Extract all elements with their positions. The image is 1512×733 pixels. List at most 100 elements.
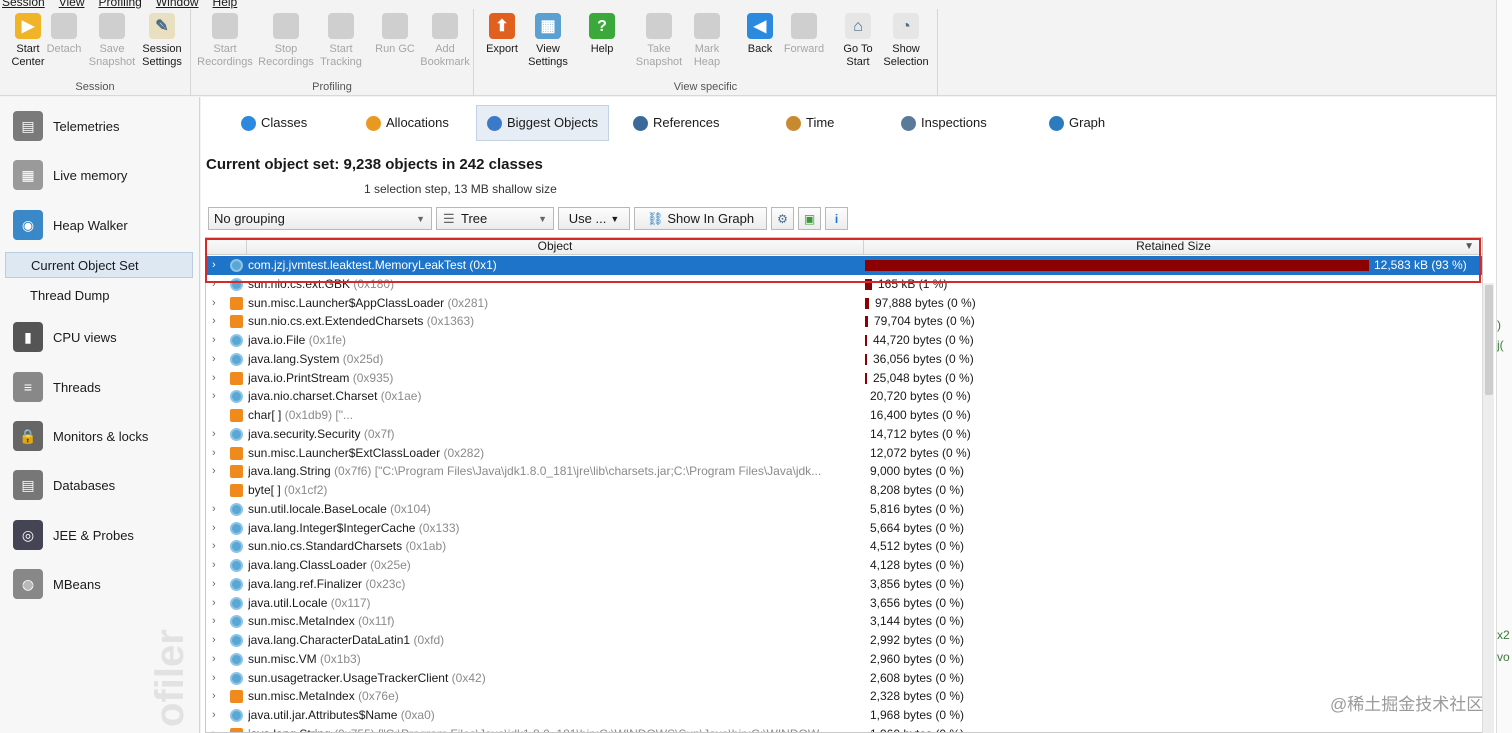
menu-help[interactable]: Help xyxy=(213,0,238,9)
sidebar-item-databases[interactable]: ▤ Databases xyxy=(0,465,200,505)
expand-arrow-icon[interactable]: › xyxy=(212,425,222,444)
expand-arrow-icon[interactable]: › xyxy=(212,556,222,575)
show-in-graph-button[interactable]: ⛓ Show In Graph xyxy=(634,207,767,230)
expand-arrow-icon[interactable]: › xyxy=(212,631,222,650)
expand-arrow-icon[interactable]: › xyxy=(212,725,222,732)
table-row[interactable]: › java.util.jar.Attributes$Name (0xa0) 1,9… xyxy=(206,706,1482,725)
table-row[interactable]: › sun.misc.Launcher$AppClassLoader (0x281… xyxy=(206,294,1482,313)
table-row[interactable]: char[ ] (0x1db9) ["... 16,400 bytes (0 %) xyxy=(206,406,1482,425)
expand-arrow-icon[interactable]: › xyxy=(212,444,222,463)
expand-arrow-icon[interactable]: › xyxy=(212,256,222,275)
table-row[interactable]: › java.lang.System (0x25d) 36,056 bytes (0… xyxy=(206,350,1482,369)
column-retained-size[interactable]: Retained Size ▼ xyxy=(865,238,1482,254)
table-row[interactable]: › java.lang.ClassLoader (0x25e) 4,128 byte… xyxy=(206,556,1482,575)
table-row[interactable]: › java.io.File (0x1fe) 44,720 bytes (0 %) xyxy=(206,331,1482,350)
sidebar-item-cpu-views[interactable]: ▮ CPU views xyxy=(0,317,200,357)
expand-arrow-icon[interactable]: › xyxy=(212,650,222,669)
sidebar-item-live-memory[interactable]: ▦ Live memory xyxy=(0,155,200,195)
session-settings-label-2: Settings xyxy=(142,56,182,68)
expand-arrow-icon[interactable]: › xyxy=(212,537,222,556)
menu-window[interactable]: Window xyxy=(156,0,199,9)
menu-session[interactable]: Session xyxy=(2,0,45,9)
table-row[interactable]: › java.lang.String (0x7f6) ["C:\Program F… xyxy=(206,462,1482,481)
sidebar-item-jee-probes[interactable]: ◎ JEE & Probes xyxy=(0,515,200,555)
help-button[interactable]: ? Help xyxy=(574,13,630,56)
expand-arrow-icon[interactable]: › xyxy=(212,294,222,313)
view-settings-button[interactable]: ▦ View Settings xyxy=(520,13,576,69)
expand-arrow-icon[interactable]: › xyxy=(212,575,222,594)
sidebar-item-label: Telemetries xyxy=(53,118,120,134)
table-row[interactable]: › java.lang.Integer$IntegerCache (0x133) 5… xyxy=(206,519,1482,538)
table-row[interactable]: › java.nio.charset.Charset (0x1ae) 20,720 … xyxy=(206,387,1482,406)
sidebar-item-heap-walker[interactable]: ◉ Heap Walker xyxy=(0,205,200,245)
table-row[interactable]: › sun.nio.cs.StandardCharsets (0x1ab) 4,51… xyxy=(206,537,1482,556)
sidebar-item-threads[interactable]: ≡ Threads xyxy=(0,367,200,407)
column-object[interactable]: Object xyxy=(246,238,864,254)
table-row[interactable]: › com.jzj.jvmtest.leaktest.MemoryLeakTest… xyxy=(206,256,1482,275)
table-row[interactable]: › java.util.Locale (0x117) 3,656 bytes (0 … xyxy=(206,594,1482,613)
save-snapshot-button[interactable]: Save Snapshot xyxy=(84,13,140,69)
menu-profiling[interactable]: Profiling xyxy=(99,0,142,9)
vertical-scrollbar[interactable] xyxy=(1482,283,1494,733)
start-tracking-button[interactable]: Start Tracking xyxy=(313,13,369,69)
table-row[interactable]: › java.io.PrintStream (0x935) 25,048 bytes… xyxy=(206,369,1482,388)
table-row[interactable]: › sun.misc.VM (0x1b3) 2,960 bytes (0 %) xyxy=(206,650,1482,669)
expand-arrow-icon[interactable]: › xyxy=(212,275,222,294)
info-button[interactable]: i xyxy=(825,207,848,230)
expand-arrow-icon[interactable]: › xyxy=(212,350,222,369)
expand-arrow-icon[interactable]: › xyxy=(212,519,222,538)
sidebar-sub-thread-dump[interactable]: Thread Dump xyxy=(5,283,193,309)
tab-biggest-objects[interactable]: Biggest Objects xyxy=(476,105,610,141)
table-row[interactable]: › sun.misc.MetaIndex (0x11f) 3,144 bytes (… xyxy=(206,612,1482,631)
use-menu-button[interactable]: Use ... ▼ xyxy=(558,207,630,230)
sidebar-item-mbeans[interactable]: ◍ MBeans xyxy=(0,564,200,604)
forward-button[interactable]: Forward xyxy=(776,13,832,56)
add-bookmark-button[interactable]: Add Bookmark xyxy=(417,13,473,69)
table-row[interactable]: › sun.util.locale.BaseLocale (0x104) 5,816… xyxy=(206,500,1482,519)
table-row[interactable]: › java.lang.String (0x755) ["C:\Program F… xyxy=(206,725,1482,732)
tab-references[interactable]: References xyxy=(623,105,729,141)
table-row[interactable]: › java.lang.CharacterDataLatin1 (0xfd) 2,9… xyxy=(206,631,1482,650)
expand-arrow-icon[interactable]: › xyxy=(212,500,222,519)
table-row[interactable]: › sun.misc.MetaIndex (0x76e) 2,328 bytes (… xyxy=(206,687,1482,706)
expand-arrow-icon[interactable]: › xyxy=(212,462,222,481)
instance-icon xyxy=(230,446,243,460)
tab-classes[interactable]: Classes xyxy=(231,105,317,141)
expand-arrow-icon[interactable]: › xyxy=(212,312,222,331)
table-row[interactable]: byte[ ] (0x1cf2) 8,208 bytes (0 %) xyxy=(206,481,1482,500)
expand-arrow-icon[interactable]: › xyxy=(212,612,222,631)
expand-arrow-icon[interactable]: › xyxy=(212,669,222,688)
sidebar-item-telemetries[interactable]: ▤ Telemetries xyxy=(0,106,200,146)
calculate-button[interactable]: ▣ xyxy=(798,207,821,230)
session-settings-label-1: Session xyxy=(142,43,182,55)
sidebar-item-monitors-locks[interactable]: 🔒 Monitors & locks xyxy=(0,416,200,456)
stop-recordings-button[interactable]: Stop Recordings xyxy=(258,13,314,69)
session-settings-button[interactable]: ✎ Session Settings xyxy=(134,13,190,69)
expand-arrow-icon[interactable]: › xyxy=(212,331,222,350)
menu-view[interactable]: View xyxy=(59,0,85,9)
expand-arrow-icon[interactable]: › xyxy=(212,687,222,706)
settings-button[interactable]: ⚙ xyxy=(771,207,794,230)
table-row[interactable]: › java.lang.ref.Finalizer (0x23c) 3,856 by… xyxy=(206,575,1482,594)
sidebar-sub-current-object-set[interactable]: Current Object Set xyxy=(5,252,193,278)
expand-arrow-icon[interactable]: › xyxy=(212,387,222,406)
show-selection-button[interactable]: ◔ Show Selection xyxy=(878,13,934,69)
table-row[interactable]: › sun.nio.cs.ext.GBK (0x180) 165 kB (1 %) xyxy=(206,275,1482,294)
table-row[interactable]: › java.security.Security (0x7f) 14,712 byt… xyxy=(206,425,1482,444)
tab-inspections[interactable]: Inspections xyxy=(891,105,997,141)
table-row[interactable]: › sun.misc.Launcher$ExtClassLoader (0x282… xyxy=(206,444,1482,463)
mark-heap-button[interactable]: Mark Heap xyxy=(679,13,735,69)
expand-arrow-icon[interactable]: › xyxy=(212,594,222,613)
start-recordings-button[interactable]: Start Recordings xyxy=(197,13,253,69)
table-row[interactable]: › sun.usagetracker.UsageTrackerClient (0x… xyxy=(206,669,1482,688)
grouping-select[interactable]: No grouping ▼ xyxy=(208,207,432,230)
tab-time[interactable]: Time xyxy=(776,105,844,141)
view-mode-select[interactable]: ☰ Tree ▼ xyxy=(436,207,554,230)
table-row[interactable]: › sun.nio.cs.ext.ExtendedCharsets (0x1363… xyxy=(206,312,1482,331)
expand-arrow-icon[interactable]: › xyxy=(212,369,222,388)
run-gc-button[interactable]: Run GC xyxy=(367,13,423,56)
expand-arrow-icon[interactable]: › xyxy=(212,706,222,725)
scrollbar-thumb[interactable] xyxy=(1485,285,1493,395)
tab-allocations[interactable]: Allocations xyxy=(356,105,459,141)
tab-graph[interactable]: Graph xyxy=(1039,105,1115,141)
